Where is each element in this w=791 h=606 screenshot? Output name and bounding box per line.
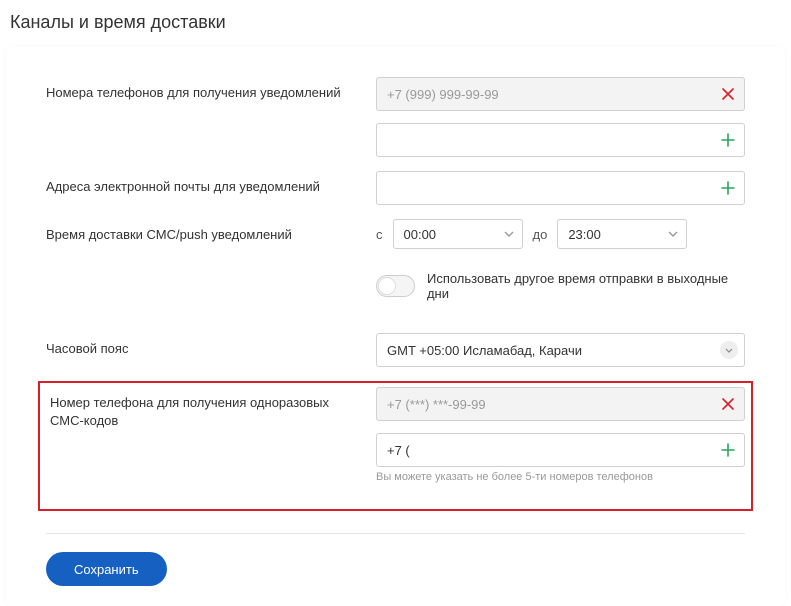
- add-sms-phone-icon[interactable]: [719, 441, 737, 459]
- phone-masked-input: [376, 77, 745, 111]
- divider: [46, 533, 745, 534]
- timezone-value: GMT +05:00 Исламабад, Карачи: [387, 343, 582, 358]
- time-from-label: с: [376, 227, 383, 242]
- remove-phone-icon[interactable]: [719, 85, 737, 103]
- phone-add-input[interactable]: [376, 123, 745, 157]
- sms-codes-label: Номер телефона для получения одноразовых…: [46, 387, 376, 430]
- weekend-toggle[interactable]: [376, 275, 415, 297]
- timezone-select[interactable]: GMT +05:00 Исламабад, Карачи: [376, 333, 745, 367]
- phone-add-wrap: [376, 123, 745, 157]
- chevron-down-icon: [504, 231, 514, 237]
- time-to-select[interactable]: 23:00: [557, 219, 687, 249]
- sms-codes-highlight: Номер телефона для получения одноразовых…: [38, 381, 753, 511]
- remove-sms-phone-icon[interactable]: [719, 395, 737, 413]
- emails-row: Адреса электронной почты для уведомлений: [46, 171, 745, 205]
- time-to-label: до: [533, 227, 548, 242]
- weekend-toggle-label: Использовать другое время отправки в вых…: [427, 271, 745, 301]
- email-add-input[interactable]: [376, 171, 745, 205]
- emails-label: Адреса электронной почты для уведомлений: [46, 171, 376, 196]
- phone-masked-wrap: [376, 77, 745, 111]
- page-title: Каналы и время доставки: [0, 0, 791, 47]
- add-phone-icon[interactable]: [719, 131, 737, 149]
- chevron-down-icon: [668, 231, 678, 237]
- sms-codes-row: Номер телефона для получения одноразовых…: [46, 387, 745, 483]
- phones-row: Номера телефонов для получения уведомлен…: [46, 77, 745, 157]
- add-email-icon[interactable]: [719, 179, 737, 197]
- sms-code-masked-wrap: [376, 387, 745, 421]
- sms-code-add-input[interactable]: [376, 433, 745, 467]
- chevron-down-icon: [720, 341, 738, 359]
- toggle-knob: [378, 277, 396, 295]
- timing-row: Время доставки СМС/push уведомлений с 00…: [46, 219, 745, 249]
- email-add-wrap: [376, 171, 745, 205]
- time-from-select[interactable]: 00:00: [393, 219, 523, 249]
- timezone-label: Часовой пояс: [46, 333, 376, 358]
- sms-code-masked-input: [376, 387, 745, 421]
- sms-code-add-wrap: [376, 433, 745, 467]
- save-button[interactable]: Сохранить: [46, 552, 167, 586]
- time-to-value: 23:00: [568, 227, 601, 242]
- delivery-settings-card: Номера телефонов для получения уведомлен…: [6, 47, 785, 606]
- timezone-row: Часовой пояс GMT +05:00 Исламабад, Карач…: [46, 333, 745, 367]
- phones-label: Номера телефонов для получения уведомлен…: [46, 77, 376, 102]
- sms-codes-hint: Вы можете указать не более 5-ти номеров …: [376, 471, 745, 483]
- timing-label: Время доставки СМС/push уведомлений: [46, 219, 376, 244]
- weekend-row: Использовать другое время отправки в вых…: [46, 263, 745, 319]
- time-from-value: 00:00: [404, 227, 437, 242]
